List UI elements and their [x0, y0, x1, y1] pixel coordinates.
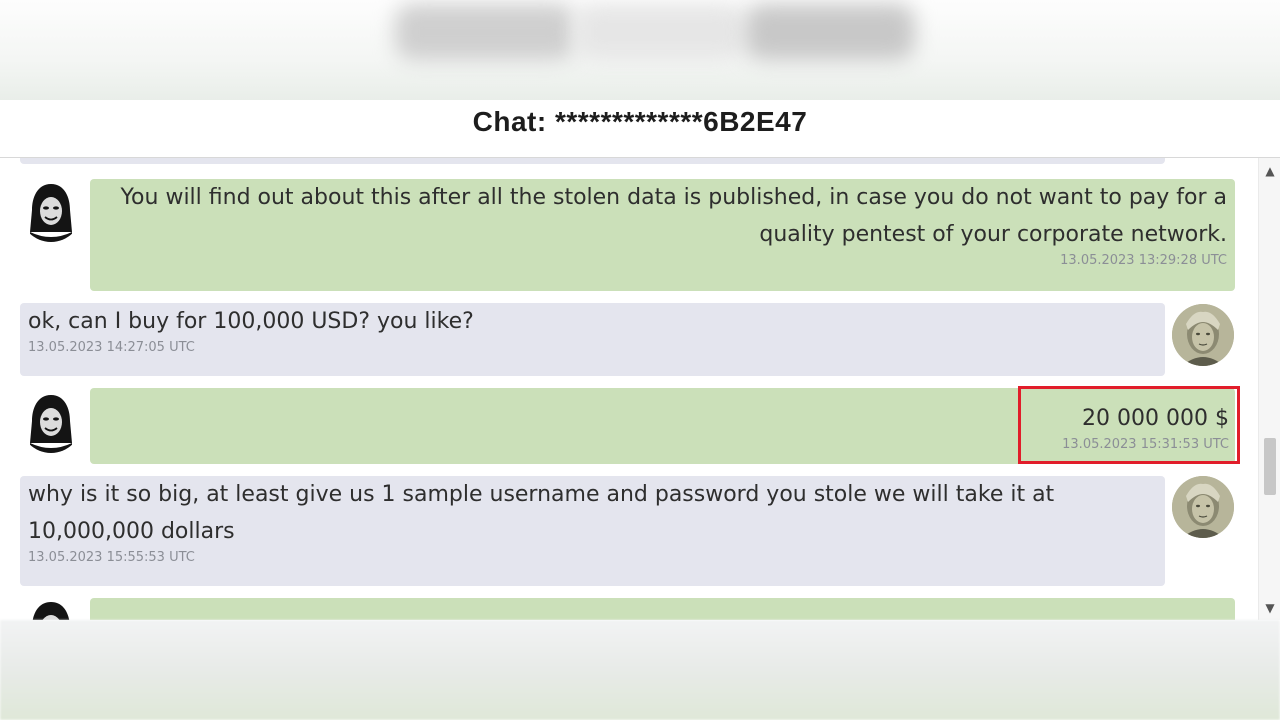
hooded-hacker-icon [20, 180, 82, 242]
message-bubble-hacker: 20 000 000 $ 13.05.2023 15:31:53 UTC [90, 386, 1240, 464]
franklin-banknote-icon [1172, 476, 1234, 538]
message-bubble-victim: why is it so big, at least give us 1 sam… [20, 476, 1165, 586]
chat-window[interactable]: You will find out about this after all t… [0, 157, 1280, 620]
message-text: 20 000 000 $ [1082, 406, 1229, 431]
message-text: You will find out about this after all t… [120, 185, 1227, 247]
blurred-header-banner [0, 0, 1280, 100]
message-bubble-victim: ok, can I buy for 100,000 USD? you like?… [20, 303, 1165, 376]
message-bubble-hacker: You will find out about this after all t… [90, 179, 1235, 291]
chat-title: Chat: *************6B2E47 [0, 100, 1280, 158]
blurred-logo-middle [575, 4, 745, 60]
message-bubble-hacker-partial [90, 598, 1235, 620]
message-text: why is it so big, at least give us 1 sam… [28, 482, 1055, 544]
message-timestamp: 13.05.2023 14:27:05 UTC [28, 340, 195, 355]
message-timestamp: 13.05.2023 13:29:28 UTC [1060, 253, 1227, 268]
ransom-amount-highlight: 20 000 000 $ 13.05.2023 15:31:53 UTC [1018, 386, 1240, 464]
scroll-up-icon[interactable]: ▲ [1259, 160, 1280, 182]
blurred-logo-left [395, 4, 575, 60]
hooded-hacker-icon [20, 391, 82, 453]
message-text: ok, can I buy for 100,000 USD? you like? [28, 309, 474, 334]
blurred-logo-right [745, 4, 915, 60]
scroll-down-icon[interactable]: ▼ [1259, 597, 1280, 619]
previous-message-edge [20, 158, 1165, 164]
blurred-footer [0, 620, 1280, 720]
message-timestamp: 13.05.2023 15:55:53 UTC [28, 550, 195, 565]
hooded-hacker-icon [20, 598, 82, 620]
message-timestamp: 13.05.2023 15:31:53 UTC [1062, 437, 1229, 452]
chat-scrollbar[interactable]: ▲ ▼ [1258, 158, 1280, 620]
scrollbar-thumb[interactable] [1264, 438, 1276, 495]
franklin-banknote-icon [1172, 304, 1234, 366]
